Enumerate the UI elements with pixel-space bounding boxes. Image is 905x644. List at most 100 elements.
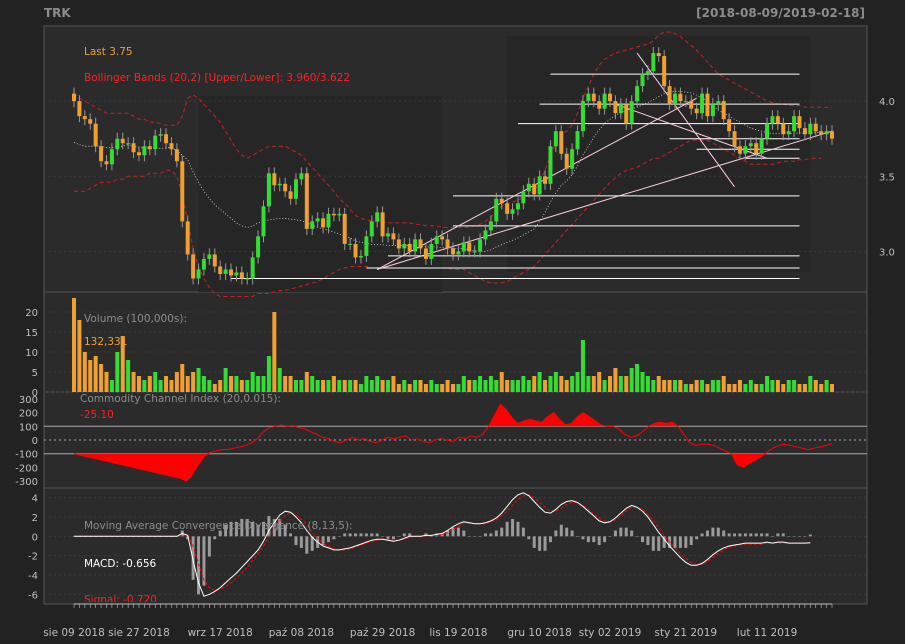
volume-bar <box>239 380 244 392</box>
volume-bar <box>212 384 217 392</box>
macd-histogram-bar <box>760 533 764 537</box>
macd-histogram-bar <box>343 533 347 537</box>
candle-body <box>819 131 824 135</box>
volume-bar <box>824 380 829 392</box>
candle-body <box>358 255 363 258</box>
macd-histogram-bar <box>289 533 293 537</box>
candle-body <box>99 146 104 162</box>
volume-bar <box>472 380 477 392</box>
volume-bar <box>499 372 504 392</box>
volume-bar <box>369 380 374 392</box>
cci-ytick: -300 <box>15 477 38 488</box>
candle-body <box>640 74 645 87</box>
volume-bar <box>93 356 98 392</box>
price-ytick: 3.5 <box>879 172 895 183</box>
candle-body <box>580 101 585 132</box>
price-shade <box>507 36 811 272</box>
candle-body <box>786 131 791 135</box>
macd-histogram-bar <box>603 536 607 543</box>
volume-bar <box>721 376 726 392</box>
volume-bar <box>792 380 797 392</box>
cci-ytick: 300 <box>19 395 38 406</box>
volume-bar <box>537 372 542 392</box>
volume-bar <box>483 380 488 392</box>
macd-histogram-bar <box>689 536 693 546</box>
candle-body <box>93 123 98 147</box>
candle-body <box>207 254 212 259</box>
volume-bar <box>532 376 537 392</box>
macd-histogram-bar <box>711 527 715 537</box>
macd-histogram-bar <box>641 536 644 543</box>
volume-bar <box>456 384 461 392</box>
volume-bar <box>515 380 520 392</box>
macd-histogram-bar <box>646 536 650 546</box>
macd-histogram-bar <box>543 536 547 551</box>
candle-body <box>537 176 542 195</box>
volume-bar <box>326 380 331 392</box>
macd-histogram-bar <box>391 536 395 540</box>
candle-body <box>559 131 564 154</box>
macd-histogram-bar <box>754 533 758 537</box>
candle-body <box>185 221 190 255</box>
macd-histogram-bar <box>798 536 802 537</box>
macd-histogram-bar <box>808 534 812 537</box>
volume-bar <box>272 312 277 392</box>
macd-histogram-bar <box>576 536 580 537</box>
candle-body <box>575 131 580 150</box>
candle-body <box>120 138 125 144</box>
volume-bar <box>618 376 623 392</box>
macd-histogram-bar <box>402 533 406 537</box>
volume-bar <box>624 376 629 392</box>
macd-histogram-bar <box>332 536 336 540</box>
candle-body <box>321 218 326 228</box>
x-tick-label: paź 29 2018 <box>350 627 415 639</box>
macd-histogram-bar <box>478 536 482 537</box>
candle-body <box>153 135 158 150</box>
candle-body <box>396 239 401 249</box>
macd-histogram-bar <box>776 533 780 537</box>
volume-bar <box>553 372 558 392</box>
macd-histogram-bar <box>191 536 195 580</box>
volume-bar <box>781 384 786 392</box>
x-tick-label: paź 08 2018 <box>269 627 334 639</box>
macd-histogram-bar <box>467 536 471 537</box>
candle-body <box>158 134 163 136</box>
candle-body <box>109 149 114 165</box>
candle-body <box>375 212 380 222</box>
candle-body <box>624 104 629 124</box>
volume-bar <box>180 364 185 392</box>
candle-body <box>310 221 315 229</box>
macd-histogram-bar <box>635 536 639 537</box>
candle-body <box>191 254 196 279</box>
macd-histogram-bar <box>511 518 515 537</box>
volume-bar <box>310 376 315 392</box>
volume-bar <box>126 360 131 392</box>
volume-bar <box>526 380 531 392</box>
volume-bar <box>147 376 152 392</box>
volume-bar <box>635 364 640 392</box>
volume-bar <box>575 372 580 392</box>
candle-body <box>304 173 309 229</box>
macd-histogram-bar <box>500 527 504 537</box>
volume-bar <box>732 384 737 392</box>
candle-body <box>754 143 759 154</box>
x-tick-label: sty 21 2019 <box>655 627 718 639</box>
candle-body <box>792 116 797 132</box>
macd-value: MACD: -0.656 <box>84 558 157 570</box>
x-tick-label: gru 10 2018 <box>507 627 571 639</box>
price-ytick: 3.0 <box>879 247 895 258</box>
candle-body <box>115 138 120 150</box>
candle-body <box>250 257 255 279</box>
macd-histogram-bar <box>624 527 628 537</box>
volume-bar <box>597 372 602 392</box>
candle-body <box>478 239 483 252</box>
volume-bar <box>386 380 391 392</box>
volume-bar <box>705 384 710 392</box>
panel-macd <box>43 487 868 605</box>
macd-histogram-bar <box>700 533 704 537</box>
candle-body <box>451 248 455 255</box>
candle-body <box>337 213 342 216</box>
macd-histogram-bar <box>370 533 374 537</box>
macd-histogram-bar <box>397 536 401 537</box>
volume-bar <box>786 380 791 392</box>
